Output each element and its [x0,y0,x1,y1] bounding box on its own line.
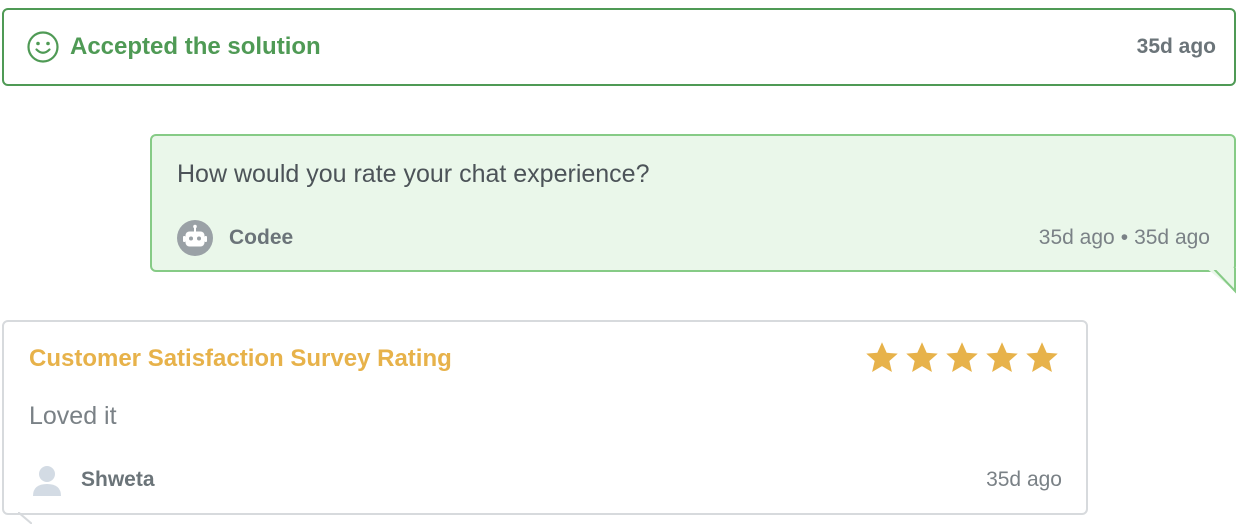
star-rating [864,340,1060,376]
bot-message-bubble: How would you rate your chat experience?… [150,134,1236,272]
star-icon [906,342,938,372]
bot-message-time: 35d ago [1038,226,1115,249]
survey-comment: Loved it [29,402,117,430]
meta-separator: • [1120,226,1129,249]
survey-rating-card: Customer Satisfaction Survey Rating Love… [2,320,1088,515]
survey-user-name: Shweta [81,468,155,491]
star-icon [866,342,898,372]
accepted-label: Accepted the solution [70,33,321,60]
robot-icon [177,220,213,256]
accepted-timestamp: 35d ago [1136,35,1216,58]
survey-timestamp: 35d ago [986,468,1062,491]
chat-thread: Accepted the solution 35d ago How would … [0,0,1250,524]
star-icon [986,342,1018,372]
bot-message-meta: 35d ago • 35d ago [1039,226,1210,250]
bot-sender-name: Codee [229,226,294,249]
survey-title: Customer Satisfaction Survey Rating [29,345,452,372]
star-icon [1026,342,1058,372]
bot-sender: Codee [177,220,293,256]
bot-bubble-tail [1206,268,1236,294]
smile-icon [27,31,59,63]
bot-message-text: How would you rate your chat experience? [177,160,650,188]
bot-message-time-secondary: 35d ago [1134,226,1210,249]
survey-card-tail [18,512,32,524]
user-avatar-icon [33,466,61,496]
survey-user: Shweta [29,462,155,498]
accepted-solution-banner: Accepted the solution 35d ago [2,8,1236,86]
star-icon [946,342,978,372]
